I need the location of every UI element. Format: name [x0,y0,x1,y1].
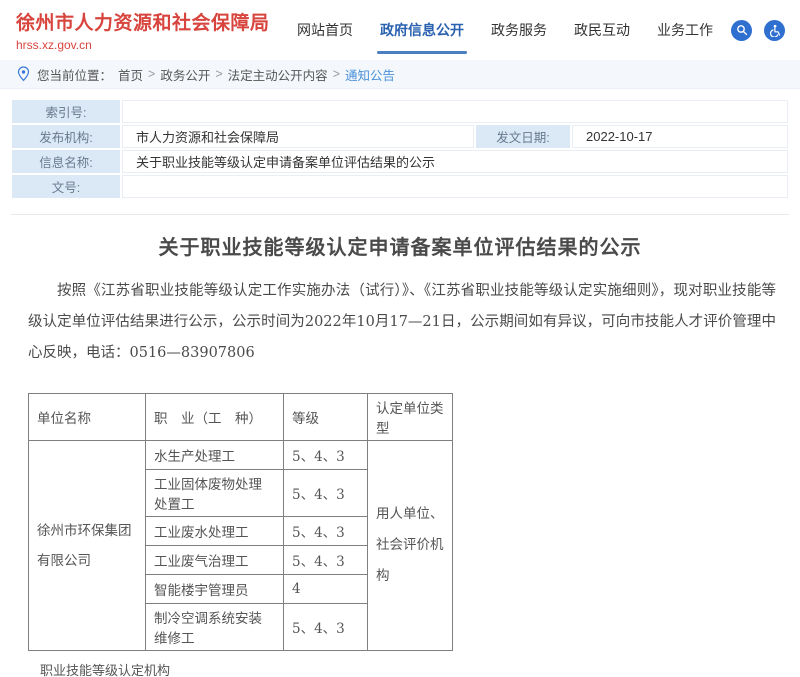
cell-occupation: 工业废水处理工 [146,517,284,546]
meta-row-index: 索引号: [12,100,788,123]
cell-org-type: 用人单位、社会评价机构 [368,441,453,651]
site-header: 徐州市人力资源和社会保障局 hrss.xz.gov.cn 网站首页 政府信息公开… [0,0,800,60]
meta-index-label: 索引号: [12,100,120,123]
meta-date-label: 发文日期: [476,125,570,148]
header-icons [731,20,785,41]
meta-date-value: 2022-10-17 [572,125,788,148]
divider [11,214,789,215]
accessibility-icon[interactable] [764,20,785,41]
page-title: 关于职业技能等级认定申请备案单位评估结果的公示 [0,231,800,260]
col-header-level: 等级 [284,394,368,441]
breadcrumb-separator: > [215,67,222,81]
breadcrumb-separator: > [333,67,340,81]
cell-level: 5、4、3 [284,470,368,517]
table-row: 徐州市环保集团有限公司 水生产处理工 5、4、3 用人单位、社会评价机构 [29,441,453,470]
meta-row-agency: 发布机构: 市人力资源和社会保障局 发文日期: 2022-10-17 [12,125,788,148]
breadcrumb-home[interactable]: 首页 [118,65,143,84]
meta-index-value [122,100,788,123]
cell-occupation: 水生产处理工 [146,441,284,470]
announcement-paragraph: 按照《江苏省职业技能等级认定工作实施办法（试行）》、《江苏省职业技能等级认定实施… [28,276,776,369]
document-meta: 索引号: 发布机构: 市人力资源和社会保障局 发文日期: 2022-10-17 … [0,89,800,198]
cell-occupation: 工业固体废物处理处置工 [146,470,284,517]
meta-docnum-label: 文号: [12,175,120,198]
col-header-occupation: 职 业（工 种） [146,394,284,441]
main-nav: 网站首页 政府信息公开 政务服务 政民互动 业务工作 [297,16,713,44]
meta-agency-label: 发布机构: [12,125,120,148]
breadcrumb: 您当前位置： 首页 > 政务公开 > 法定主动公开内容 > 通知公告 [0,60,800,89]
table-note: 职业技能等级认定机构 [40,660,800,677]
header-right: 网站首页 政府信息公开 政务服务 政民互动 业务工作 [297,16,785,44]
cell-company: 徐州市环保集团有限公司 [29,441,146,651]
nav-item-interaction[interactable]: 政民互动 [574,16,630,44]
nav-item-services[interactable]: 政务服务 [491,16,547,44]
cell-level: 5、4、3 [284,517,368,546]
cell-level: 5、4、3 [284,546,368,575]
cell-level: 4 [284,575,368,604]
page: 徐州市人力资源和社会保障局 hrss.xz.gov.cn 网站首页 政府信息公开… [0,0,800,677]
cell-level: 5、4、3 [284,604,368,651]
breadcrumb-prefix: 您当前位置： [37,65,112,84]
nav-item-home[interactable]: 网站首页 [297,16,353,44]
col-header-company: 单位名称 [29,394,146,441]
breadcrumb-separator: > [148,67,155,81]
location-pin-icon [17,66,30,82]
breadcrumb-notices[interactable]: 通知公告 [345,65,395,84]
cell-occupation: 智能楼宇管理员 [146,575,284,604]
col-header-org-type: 认定单位类型 [368,394,453,441]
cell-level: 5、4、3 [284,441,368,470]
cell-occupation: 工业废气治理工 [146,546,284,575]
nav-item-gov-info[interactable]: 政府信息公开 [380,16,464,44]
site-title: 徐州市人力资源和社会保障局 [16,8,270,35]
site-brand[interactable]: 徐州市人力资源和社会保障局 hrss.xz.gov.cn [16,8,270,52]
cell-occupation: 制冷空调系统安装维修工 [146,604,284,651]
meta-name-label: 信息名称: [12,150,120,173]
search-icon[interactable] [731,20,752,41]
nav-item-business[interactable]: 业务工作 [657,16,713,44]
site-url: hrss.xz.gov.cn [16,38,270,52]
breadcrumb-gov-open[interactable]: 政务公开 [160,65,210,84]
meta-row-docnum: 文号: [12,175,788,198]
meta-name-value: 关于职业技能等级认定申请备案单位评估结果的公示 [122,150,788,173]
meta-agency-value: 市人力资源和社会保障局 [122,125,474,148]
meta-docnum-value [122,175,788,198]
meta-row-name: 信息名称: 关于职业技能等级认定申请备案单位评估结果的公示 [12,150,788,173]
assessment-table: 单位名称 职 业（工 种） 等级 认定单位类型 徐州市环保集团有限公司 水生产处… [28,393,453,651]
breadcrumb-statutory-content[interactable]: 法定主动公开内容 [228,65,328,84]
document-body: 按照《江苏省职业技能等级认定工作实施办法（试行）》、《江苏省职业技能等级认定实施… [0,276,800,677]
table-header-row: 单位名称 职 业（工 种） 等级 认定单位类型 [29,394,453,441]
